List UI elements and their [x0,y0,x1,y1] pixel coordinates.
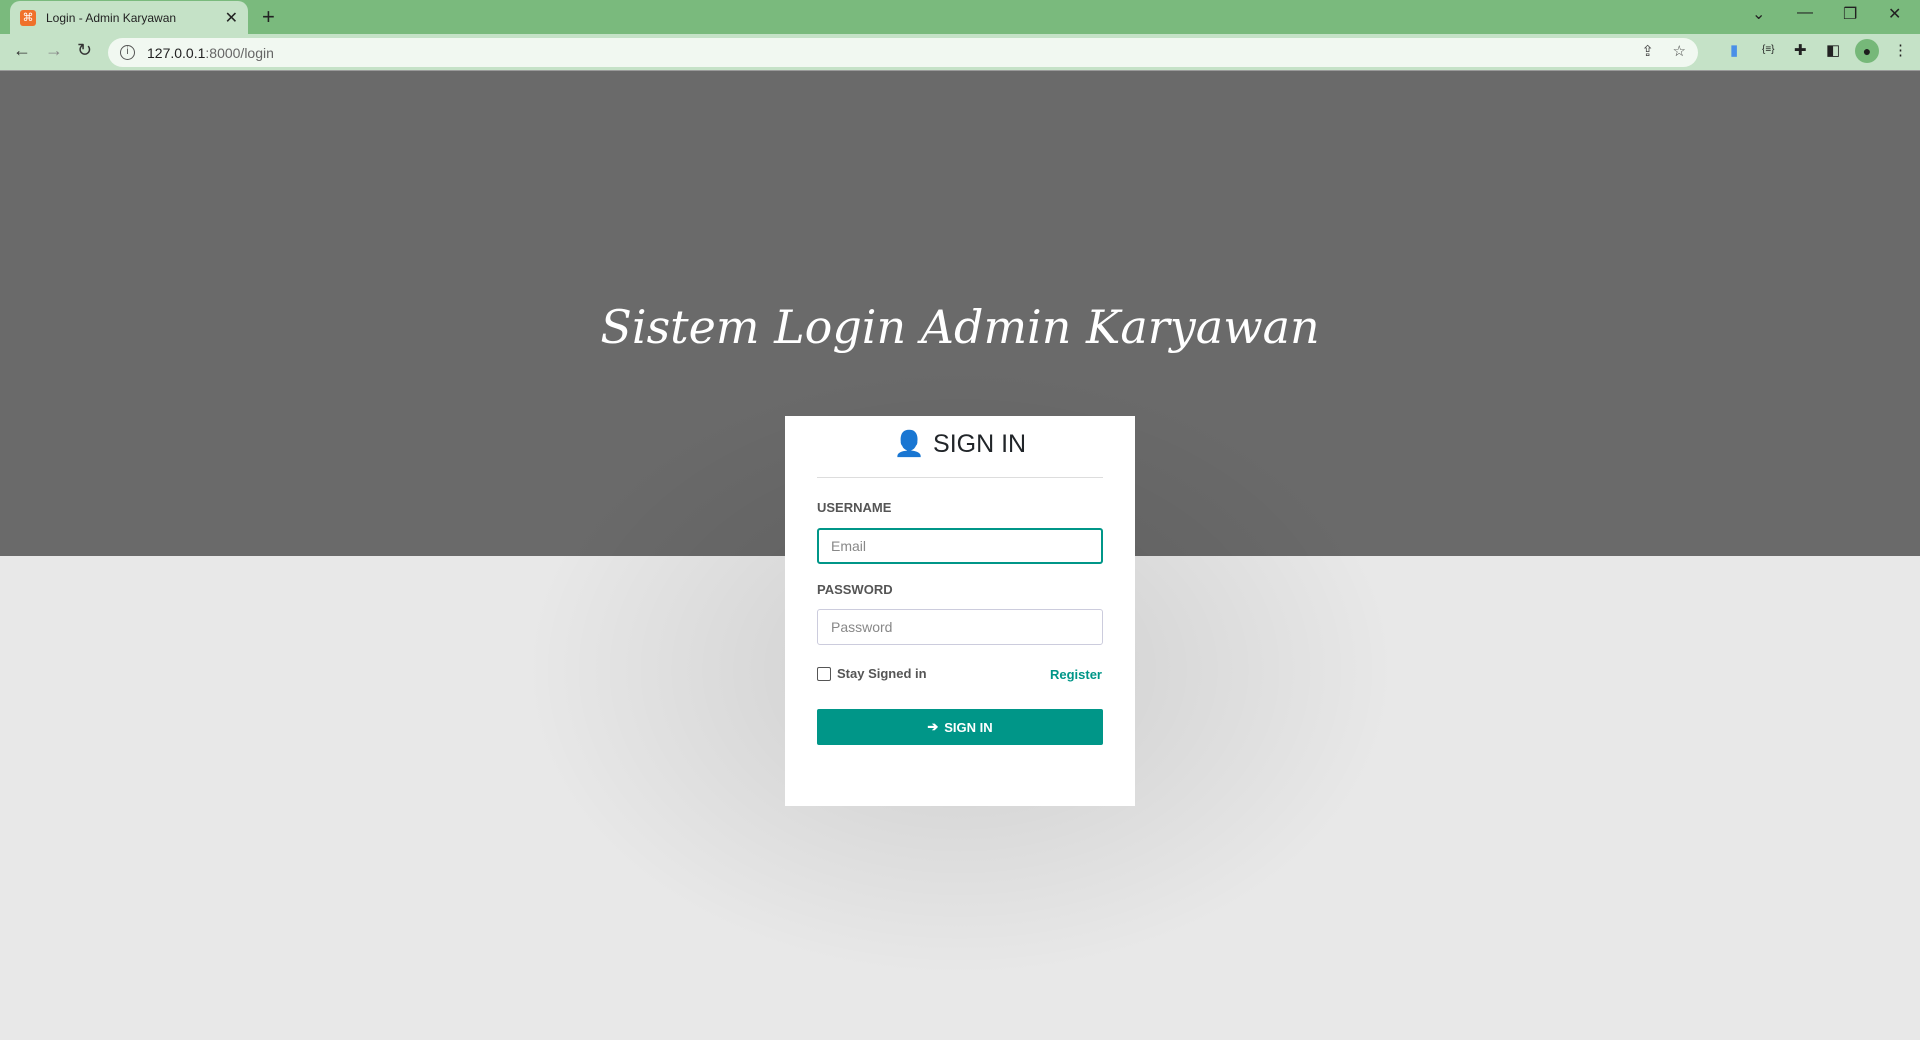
sign-in-icon: ➔ [927,719,939,734]
browser-toolbar: ← → ↻ i 127.0.0.1:8000/login ⇪ ☆ ▮ {≡} ✚… [0,34,1920,71]
bookmark-star-icon[interactable]: ☆ [1673,42,1686,60]
close-window-icon[interactable]: ✕ [1888,4,1901,24]
tab-search-icon[interactable]: ⌄ [1752,4,1765,24]
extensions-puzzle-icon[interactable]: ✚ [1794,41,1807,59]
extension-icon[interactable]: ▮ [1730,41,1738,59]
close-tab-icon[interactable]: ✕ [225,8,238,28]
sign-in-label: SIGN IN [944,719,993,735]
login-card: 👤SIGN IN USERNAME PASSWORD Stay Signed i… [785,416,1135,806]
tab-title: Login - Admin Karyawan [46,10,177,25]
share-icon[interactable]: ⇪ [1641,42,1654,60]
password-label: PASSWORD [817,582,893,597]
user-icon: 👤 [893,430,926,458]
minimize-icon[interactable]: — [1797,4,1813,22]
sign-in-button[interactable]: ➔ SIGN IN [817,709,1103,745]
xampp-favicon-icon: ⌘ [20,9,36,26]
site-info-icon[interactable]: i [120,45,135,60]
form-title: 👤 SIGN IN [785,430,1135,459]
url-path: :8000/login [205,44,274,61]
menu-kebab-icon[interactable]: ⋮ [1893,41,1908,59]
register-link[interactable]: Register [1050,667,1102,682]
side-panel-icon[interactable]: ◧ [1826,41,1840,59]
page-heading: Sistem Login Admin Karyawan [600,300,1320,354]
divider [817,477,1103,478]
back-icon[interactable]: ← [13,40,31,61]
username-label: USERNAME [817,500,892,515]
form-title-text: SIGN IN [933,430,1027,458]
url-host: 127.0.0.1 [147,44,206,61]
email-input[interactable] [817,528,1103,564]
checkbox-box[interactable] [817,666,831,681]
address-bar[interactable]: i 127.0.0.1:8000/login ⇪ ☆ [108,38,1698,67]
remember-label: Stay Signed in [837,666,927,681]
browser-tab[interactable]: ⌘ Login - Admin Karyawan ✕ [10,1,248,34]
password-input[interactable] [817,609,1103,645]
stay-signed-in-checkbox[interactable]: Stay Signed in [817,666,927,681]
tab-strip: ⌘ Login - Admin Karyawan ✕ + ⌄ — ❐ ✕ [0,0,1920,34]
restore-icon[interactable]: ❐ [1843,4,1857,24]
new-tab-icon[interactable]: + [262,4,275,30]
forward-icon[interactable]: → [45,40,63,61]
reload-icon[interactable]: ↻ [77,40,92,61]
json-extension-icon[interactable]: {≡} [1762,44,1775,55]
profile-avatar-icon[interactable]: ● [1855,39,1879,63]
